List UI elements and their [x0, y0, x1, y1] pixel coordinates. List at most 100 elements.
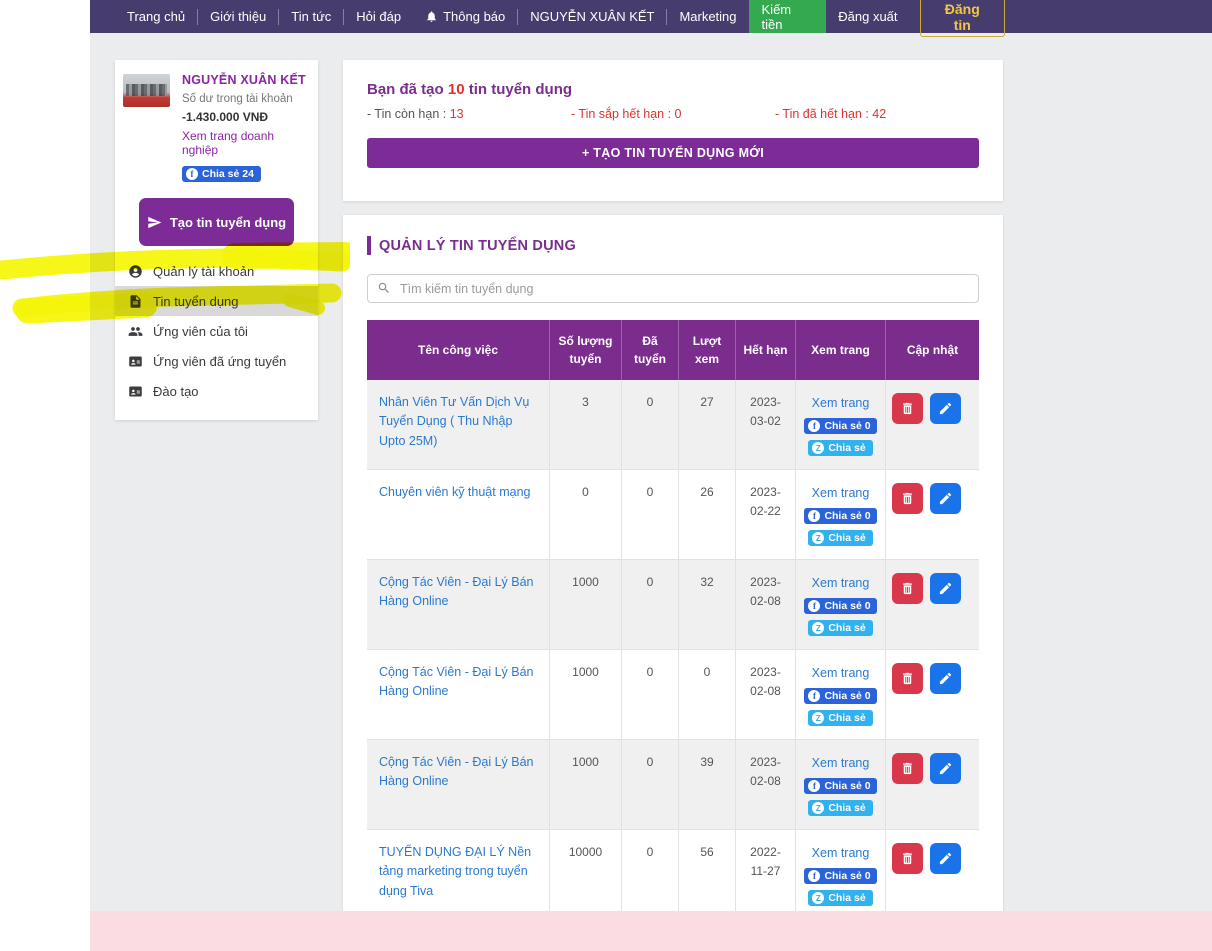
sidebar-item-label: Quản lý tài khoản: [153, 264, 254, 279]
actions-cell: [886, 470, 979, 559]
zalo-icon: Z: [812, 712, 824, 724]
edit-button[interactable]: [930, 753, 961, 784]
job-title-link[interactable]: Cộng Tác Viên - Đại Lý Bán Hàng Online: [379, 573, 539, 612]
delete-button[interactable]: [892, 573, 923, 604]
nav-news[interactable]: Tin tức: [279, 0, 343, 33]
job-title-link[interactable]: Cộng Tác Viên - Đại Lý Bán Hàng Online: [379, 753, 539, 792]
zalo-share-label: Chia sẻ: [828, 892, 865, 904]
views-cell: 27: [679, 380, 736, 469]
nav-marketing[interactable]: Marketing: [667, 0, 748, 33]
zalo-share-button[interactable]: Z Chia sẻ: [808, 620, 872, 636]
view-page-cell: Xem trang f Chia sẻ 0 Z Chia sẻ: [796, 380, 886, 469]
facebook-icon: f: [808, 690, 820, 702]
zalo-share-button[interactable]: Z Chia sẻ: [808, 710, 872, 726]
facebook-share-button[interactable]: f Chia sẻ 0: [804, 508, 876, 524]
trash-icon: [900, 851, 915, 866]
delete-button[interactable]: [892, 393, 923, 424]
sidebar-item-account[interactable]: Quản lý tài khoản: [115, 256, 318, 286]
create-job-post-button[interactable]: Tạo tin tuyển dụng: [139, 198, 294, 246]
create-job-post-label: Tạo tin tuyển dụng: [170, 215, 286, 230]
zalo-share-label: Chia sẻ: [828, 532, 865, 544]
facebook-share-label: Chia sẻ 0: [824, 420, 870, 432]
nav-logout[interactable]: Đăng xuất: [826, 0, 909, 33]
view-page-link[interactable]: Xem trang: [812, 663, 870, 683]
facebook-share-button[interactable]: f Chia sẻ 0: [804, 418, 876, 434]
facebook-share-button[interactable]: f Chia sẻ 24: [182, 166, 261, 182]
view-page-link[interactable]: Xem trang: [812, 573, 870, 593]
job-title-link[interactable]: Chuyên viên kỹ thuật mạng: [379, 483, 530, 502]
expiry-cell: 2023- 02-08: [736, 560, 796, 649]
expiry-line: 02-08: [750, 682, 781, 701]
facebook-share-button[interactable]: f Chia sẻ 0: [804, 868, 876, 884]
table-row: Chuyên viên kỹ thuật mạng 0 0 26 2023- 0…: [367, 470, 979, 560]
job-title-link[interactable]: Nhân Viên Tư Vấn Dịch Vụ Tuyển Dụng ( Th…: [379, 393, 539, 451]
nav-notifications[interactable]: Thông báo: [413, 0, 517, 33]
stat-expired: - Tin đã hết hạn : 42: [775, 107, 979, 121]
post-job-button[interactable]: Đăng tin: [920, 0, 1005, 37]
sidebar-item-label: Ứng viên của tôi: [153, 324, 248, 339]
stat-value: 0: [675, 107, 682, 121]
create-new-job-post-button[interactable]: + TẠO TIN TUYỂN DỤNG MỚI: [367, 138, 979, 168]
avatar: [123, 74, 170, 107]
stat-value: 13: [450, 107, 464, 121]
nav-username[interactable]: NGUYỄN XUÂN KẾT: [518, 0, 666, 33]
facebook-share-button[interactable]: f Chia sẻ 0: [804, 778, 876, 794]
search-input[interactable]: [367, 274, 979, 303]
facebook-share-label: Chia sẻ 24: [202, 168, 254, 180]
view-page-link[interactable]: Xem trang: [812, 843, 870, 863]
view-page-link[interactable]: Xem trang: [812, 393, 870, 413]
nav-faq[interactable]: Hỏi đáp: [344, 0, 413, 33]
profile-card: NGUYỄN XUÂN KẾT Số dư trong tài khoản -1…: [115, 60, 318, 186]
stat-label: - Tin sắp hết hạn :: [571, 107, 675, 121]
edit-button[interactable]: [930, 393, 961, 424]
views-cell: 32: [679, 560, 736, 649]
nav-earn-money[interactable]: Kiếm tiền: [749, 0, 827, 33]
col-header-hired: Đã tuyển: [622, 320, 679, 380]
sidebar-item-label: Ứng viên đã ứng tuyển: [153, 354, 286, 369]
delete-button[interactable]: [892, 843, 923, 874]
job-title-link[interactable]: TUYỂN DỤNG ĐẠI LÝ Nền tảng marketing tro…: [379, 843, 539, 901]
zalo-share-button[interactable]: Z Chia sẻ: [808, 440, 872, 456]
zalo-share-label: Chia sẻ: [828, 802, 865, 814]
edit-button[interactable]: [930, 843, 961, 874]
sidebar-item-my-candidates[interactable]: Ứng viên của tôi: [115, 316, 318, 346]
edit-button[interactable]: [930, 663, 961, 694]
view-page-link[interactable]: Xem trang: [812, 753, 870, 773]
view-page-link[interactable]: Xem trang: [812, 483, 870, 503]
expiry-cell: 2022- 11-27: [736, 830, 796, 919]
sidebar-item-training[interactable]: Đào tạo: [115, 376, 318, 406]
stat-label: - Tin còn hạn :: [367, 107, 450, 121]
job-title-link[interactable]: Cộng Tác Viên - Đại Lý Bán Hàng Online: [379, 663, 539, 702]
zalo-share-label: Chia sẻ: [828, 622, 865, 634]
delete-button[interactable]: [892, 753, 923, 784]
delete-button[interactable]: [892, 483, 923, 514]
delete-button[interactable]: [892, 663, 923, 694]
summary-card: Bạn đã tạo 10 tin tuyển dụng - Tin còn h…: [343, 60, 1003, 201]
facebook-share-button[interactable]: f Chia sẻ 0: [804, 688, 876, 704]
zalo-share-button[interactable]: Z Chia sẻ: [808, 800, 872, 816]
nav-about[interactable]: Giới thiệu: [198, 0, 278, 33]
expiry-line: 02-22: [750, 502, 781, 521]
business-page-link[interactable]: Xem trang doanh nghiệp: [182, 129, 306, 157]
zalo-share-button[interactable]: Z Chia sẻ: [808, 890, 872, 906]
nav-home[interactable]: Trang chủ: [115, 0, 197, 33]
pencil-icon: [938, 581, 953, 596]
stat-active: - Tin còn hạn : 13: [367, 107, 571, 121]
table-body: Nhân Viên Tư Vấn Dịch Vụ Tuyển Dụng ( Th…: [367, 380, 979, 951]
facebook-share-button[interactable]: f Chia sẻ 0: [804, 598, 876, 614]
quantity-cell: 1000: [550, 740, 622, 829]
sidebar-item-applied-candidates[interactable]: Ứng viên đã ứng tuyển: [115, 346, 318, 376]
zalo-share-button[interactable]: Z Chia sẻ: [808, 530, 872, 546]
app-area: Trang chủ Giới thiệu Tin tức Hỏi đáp Thô…: [90, 0, 1212, 951]
pencil-icon: [938, 671, 953, 686]
expiry-line: 11-27: [751, 862, 781, 881]
balance-label: Số dư trong tài khoản: [182, 93, 306, 105]
edit-button[interactable]: [930, 483, 961, 514]
facebook-icon: f: [808, 780, 820, 792]
view-page-cell: Xem trang f Chia sẻ 0 Z Chia sẻ: [796, 830, 886, 919]
sidebar: NGUYỄN XUÂN KẾT Số dư trong tài khoản -1…: [115, 60, 318, 420]
trash-icon: [900, 401, 915, 416]
edit-button[interactable]: [930, 573, 961, 604]
expiry-line: 2022-: [750, 843, 781, 862]
sidebar-item-job-posts[interactable]: Tin tuyển dụng: [115, 286, 318, 316]
